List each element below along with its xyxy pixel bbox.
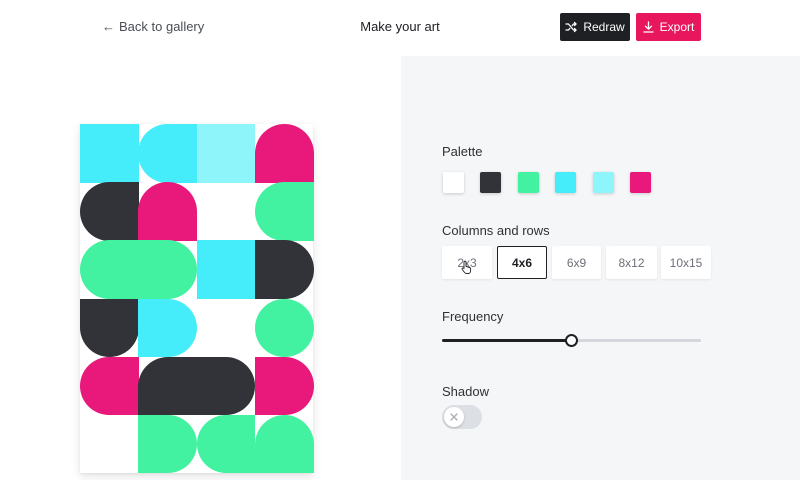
palette-swatch[interactable] [593,172,614,193]
art-tile [254,298,314,358]
artwork-canvas [80,124,314,474]
art-tile [138,356,197,416]
art-tile [196,240,256,299]
palette-swatch[interactable] [518,172,539,193]
frequency-label: Frequency [442,309,504,324]
art-tile [254,182,314,241]
grid-option-label: 8x12 [618,255,645,270]
shuffle-icon [565,21,577,33]
redraw-button[interactable]: Redraw [560,13,630,41]
art-tile [138,414,197,474]
palette-label: Palette [442,144,483,159]
download-icon [643,21,654,33]
art-tile [254,356,314,416]
art-tile [80,356,139,416]
export-label: Export [659,20,695,34]
palette-swatch[interactable] [443,172,464,193]
close-icon [450,408,458,426]
frequency-slider[interactable] [442,334,701,347]
toggle-knob [444,407,464,427]
art-tile [254,240,314,299]
redraw-label: Redraw [583,20,625,34]
art-tile [138,240,197,299]
grid-option-label: 10x15 [669,255,703,270]
grid-option-label: 6x9 [566,255,587,270]
palette-swatch[interactable] [630,172,651,193]
art-tile [138,124,197,183]
grid-option-10x15[interactable]: 10x15 [661,246,711,279]
art-tile [80,298,139,358]
art-tile [80,124,139,183]
grid-option-label: 2x3 [457,255,477,270]
grid-option-8x12[interactable]: 8x12 [606,246,657,279]
frequency-slider-fill [442,339,572,342]
frequency-slider-thumb[interactable] [565,334,578,347]
palette-swatch[interactable] [555,172,576,193]
art-tile [196,356,256,416]
shadow-toggle[interactable] [442,405,482,429]
top-bar: ← Back to gallery Make your art Redraw E… [0,0,800,56]
art-tile [80,182,139,241]
art-tile [138,182,197,241]
grid-option-2x3[interactable]: 2x3 [442,246,492,279]
art-tile [80,240,139,299]
art-tile [196,414,256,474]
columns-rows-label: Columns and rows [442,223,550,238]
grid-option-label: 4x6 [511,255,533,270]
art-tile [254,124,314,183]
grid-option-6x9[interactable]: 6x9 [552,246,601,279]
palette-swatch[interactable] [480,172,501,193]
export-button[interactable]: Export [636,13,701,41]
art-tile [138,298,197,358]
shadow-label: Shadow [442,384,489,399]
art-tile [254,414,314,474]
art-tile [196,124,256,183]
grid-option-4x6[interactable]: 4x6 [497,246,547,279]
